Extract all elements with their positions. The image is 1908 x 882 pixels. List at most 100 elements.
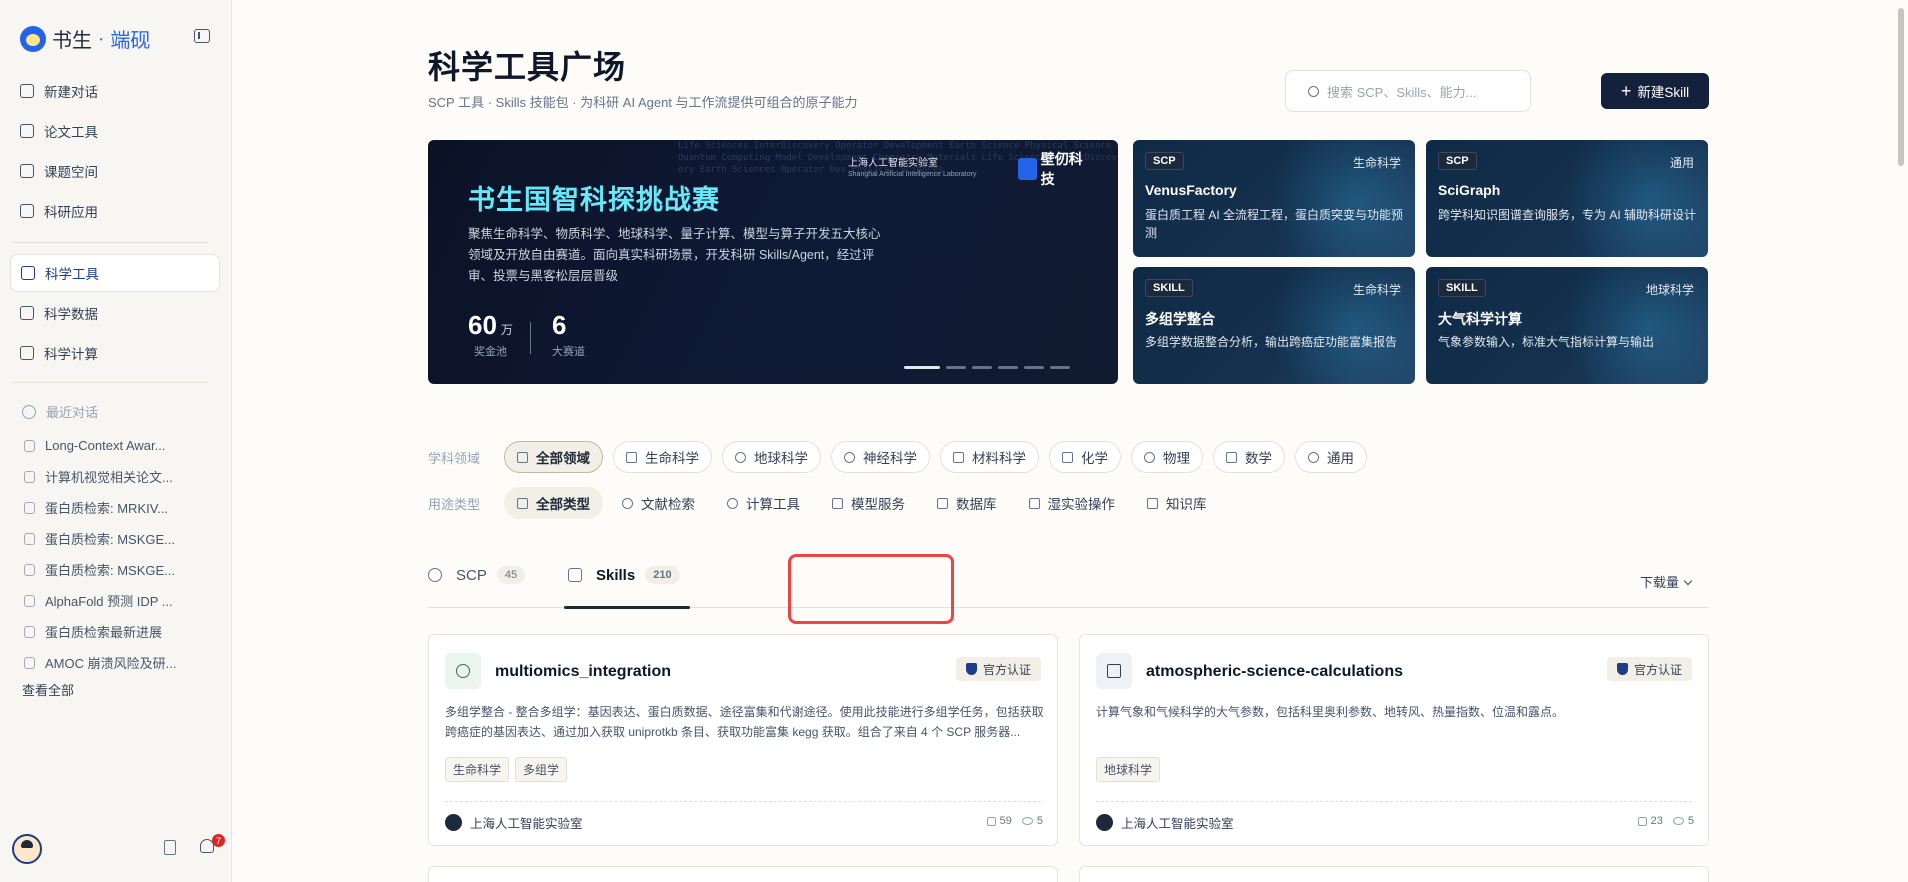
tab-scp[interactable]: SCP 45 bbox=[428, 566, 526, 584]
card-title: SciGraph bbox=[1438, 182, 1501, 198]
tab-label: Skills bbox=[596, 566, 636, 584]
feature-card-multiomics[interactable]: SKILL 生命科学 多组学整合 多组学数据整合分析，输出跨癌症功能富集报告 bbox=[1133, 267, 1415, 384]
nav-divider bbox=[12, 242, 208, 243]
skill-tag[interactable]: 多组学 bbox=[515, 757, 568, 782]
recent-chat-item[interactable]: 计算机视觉相关论文... bbox=[24, 461, 224, 492]
recent-chat-item[interactable]: 蛋白质检索: MSKGE... bbox=[24, 523, 224, 554]
feature-card-scigraph[interactable]: SCP 通用 SciGraph 跨学科知识图谱查询服务，专为 AI 辅助科研设计 bbox=[1426, 140, 1708, 257]
chip-wet-lab[interactable]: 湿实验操作 bbox=[1016, 487, 1129, 519]
feature-card-atmosphere[interactable]: SKILL 地球科学 大气科学计算 气象参数输入，标准大气指标计算与输出 bbox=[1426, 267, 1708, 384]
recent-chat-item[interactable]: 蛋白质检索: MSKGE... bbox=[24, 554, 224, 585]
chip-chemistry[interactable]: 化学 bbox=[1049, 441, 1121, 473]
database-icon bbox=[937, 497, 948, 509]
skill-tag[interactable]: 地球科学 bbox=[1096, 757, 1161, 782]
grid-icon bbox=[517, 451, 528, 463]
sidebar: 书生 · 端砚 新建对话 论文工具 课题空间 科研应用 科学工具 科学数据 科学… bbox=[0, 0, 232, 882]
chip-all-types[interactable]: 全部类型 bbox=[504, 487, 603, 519]
card-title: VenusFactory bbox=[1145, 182, 1237, 198]
skill-metrics: 23 5 bbox=[1637, 815, 1694, 827]
carousel-dot[interactable] bbox=[1050, 366, 1070, 369]
chip-knowledge-base[interactable]: 知识库 bbox=[1134, 487, 1220, 519]
chip-materials[interactable]: 材料科学 bbox=[940, 441, 1039, 473]
card-domain: 地球科学 bbox=[1645, 283, 1694, 297]
brand-logo[interactable]: 书生 · 端砚 bbox=[20, 24, 150, 53]
chip-database[interactable]: 数据库 bbox=[924, 487, 1010, 519]
nav-research-apps[interactable]: 科研应用 bbox=[10, 192, 220, 230]
org-name: 上海人工智能实验室 bbox=[1121, 817, 1234, 831]
download-count: 59 bbox=[986, 815, 1012, 827]
carousel-dot[interactable] bbox=[904, 366, 940, 369]
chip-label: 通用 bbox=[1327, 451, 1354, 466]
nav-science-compute[interactable]: 科学计算 bbox=[10, 334, 220, 372]
user-avatar[interactable] bbox=[12, 834, 42, 864]
org-logo-shanghai-ai-lab: 上海人工智能实验室 Shanghai Artificial Intelligen… bbox=[848, 158, 976, 180]
skill-title: multiomics_integration bbox=[495, 663, 672, 680]
carousel-dot[interactable] bbox=[972, 366, 992, 369]
chip-model-service[interactable]: 模型服务 bbox=[819, 487, 918, 519]
tab-skills[interactable]: Skills 210 bbox=[568, 566, 680, 584]
skill-card[interactable]: atmospheric-science-calculations 官方认证 计算… bbox=[1079, 634, 1709, 846]
card-description: 多组学数据整合分析，输出跨癌症功能富集报告 bbox=[1145, 335, 1398, 349]
recent-chat-item[interactable]: AlphaFold 预测 IDP ... bbox=[24, 585, 224, 616]
page-scrollbar[interactable] bbox=[1898, 8, 1904, 166]
chat-icon bbox=[24, 563, 35, 576]
chat-icon bbox=[24, 625, 35, 638]
tracks-value: 6 bbox=[552, 310, 567, 340]
feature-card-venusfactory[interactable]: SCP 生命科学 VenusFactory 蛋白质工程 AI 全流程工程，蛋白质… bbox=[1133, 140, 1415, 257]
skill-tags: 地球科学 bbox=[1096, 757, 1161, 782]
card-divider bbox=[1096, 801, 1692, 802]
recent-chat-label: 蛋白质检索: MSKGE... bbox=[45, 532, 176, 547]
nav-new-chat[interactable]: 新建对话 bbox=[10, 72, 220, 110]
wrench-icon bbox=[568, 568, 582, 582]
view-all-link[interactable]: 查看全部 bbox=[22, 680, 74, 699]
card-divider bbox=[445, 801, 1041, 802]
skill-card[interactable]: multiomics_integration 官方认证 多组学整合 - 整合多组… bbox=[428, 634, 1058, 846]
avatar-logo-icon bbox=[20, 25, 46, 52]
notification-badge: 7 bbox=[212, 834, 225, 847]
org1-name-en: Shanghai Artificial Intelligence Laborat… bbox=[848, 171, 977, 178]
skill-tag[interactable]: 生命科学 bbox=[445, 757, 510, 782]
chat-icon bbox=[24, 656, 35, 669]
org-name: 上海人工智能实验室 bbox=[470, 817, 583, 831]
org-logo-icon bbox=[445, 814, 462, 831]
chip-general[interactable]: 通用 bbox=[1295, 441, 1367, 473]
skill-card-partial[interactable] bbox=[1079, 866, 1709, 882]
recent-chat-item[interactable]: AMOC 崩溃风险及研... bbox=[24, 647, 224, 678]
card-tag: SCP bbox=[1145, 152, 1184, 170]
chip-literature-search[interactable]: 文献检索 bbox=[609, 487, 708, 519]
carousel-dot[interactable] bbox=[1024, 366, 1044, 369]
chip-label: 数据库 bbox=[956, 497, 997, 512]
sort-dropdown[interactable]: 下载量 bbox=[1640, 572, 1693, 591]
nav-label: 论文工具 bbox=[44, 125, 98, 140]
recent-chat-label: 蛋白质检索: MRKIV... bbox=[45, 501, 169, 516]
carousel-dot[interactable] bbox=[998, 366, 1018, 369]
nav-project-space[interactable]: 课题空间 bbox=[10, 152, 220, 190]
chip-earth-science[interactable]: 地球科学 bbox=[722, 441, 821, 473]
nav-science-data[interactable]: 科学数据 bbox=[10, 294, 220, 332]
recent-chat-label: 蛋白质检索: MSKGE... bbox=[45, 563, 176, 578]
nav-paper-tools[interactable]: 论文工具 bbox=[10, 112, 220, 150]
recent-chat-item[interactable]: 蛋白质检索: MRKIV... bbox=[24, 492, 224, 523]
chip-math[interactable]: 数学 bbox=[1213, 441, 1285, 473]
type-filter-row: 用途类型 全部类型 文献检索 计算工具 模型服务 数据库 湿实验操作 知识库 bbox=[428, 487, 1226, 519]
skill-card-partial[interactable] bbox=[428, 866, 1058, 882]
recent-chat-label: AMOC 崩溃风险及研... bbox=[45, 656, 177, 671]
chip-neuroscience[interactable]: 神经科学 bbox=[831, 441, 930, 473]
chip-life-science[interactable]: 生命科学 bbox=[613, 441, 712, 473]
chip-physics[interactable]: 物理 bbox=[1131, 441, 1203, 473]
document-icon[interactable] bbox=[164, 840, 176, 855]
chip-label: 文献检索 bbox=[641, 497, 695, 512]
chip-compute-tools[interactable]: 计算工具 bbox=[714, 487, 813, 519]
new-skill-button[interactable]: + 新建Skill bbox=[1601, 73, 1709, 109]
official-cert-badge: 官方认证 bbox=[1606, 657, 1692, 681]
chip-all-domains[interactable]: 全部领域 bbox=[504, 441, 603, 473]
hero-banner[interactable]: Life Sciences InterDiscovery Operator De… bbox=[428, 140, 1118, 384]
nav-science-tools[interactable]: 科学工具 bbox=[10, 254, 220, 292]
search-input[interactable]: 搜索 SCP、Skills、能力... bbox=[1285, 70, 1531, 112]
carousel-dot[interactable] bbox=[946, 366, 966, 369]
chip-label: 模型服务 bbox=[851, 497, 905, 512]
collapse-sidebar-icon[interactable] bbox=[194, 29, 210, 43]
recent-chat-item[interactable]: 蛋白质检索最新进展 bbox=[24, 616, 224, 647]
recent-chat-item[interactable]: Long-Context Awar... bbox=[24, 430, 224, 461]
card-tag: SKILL bbox=[1145, 279, 1193, 297]
